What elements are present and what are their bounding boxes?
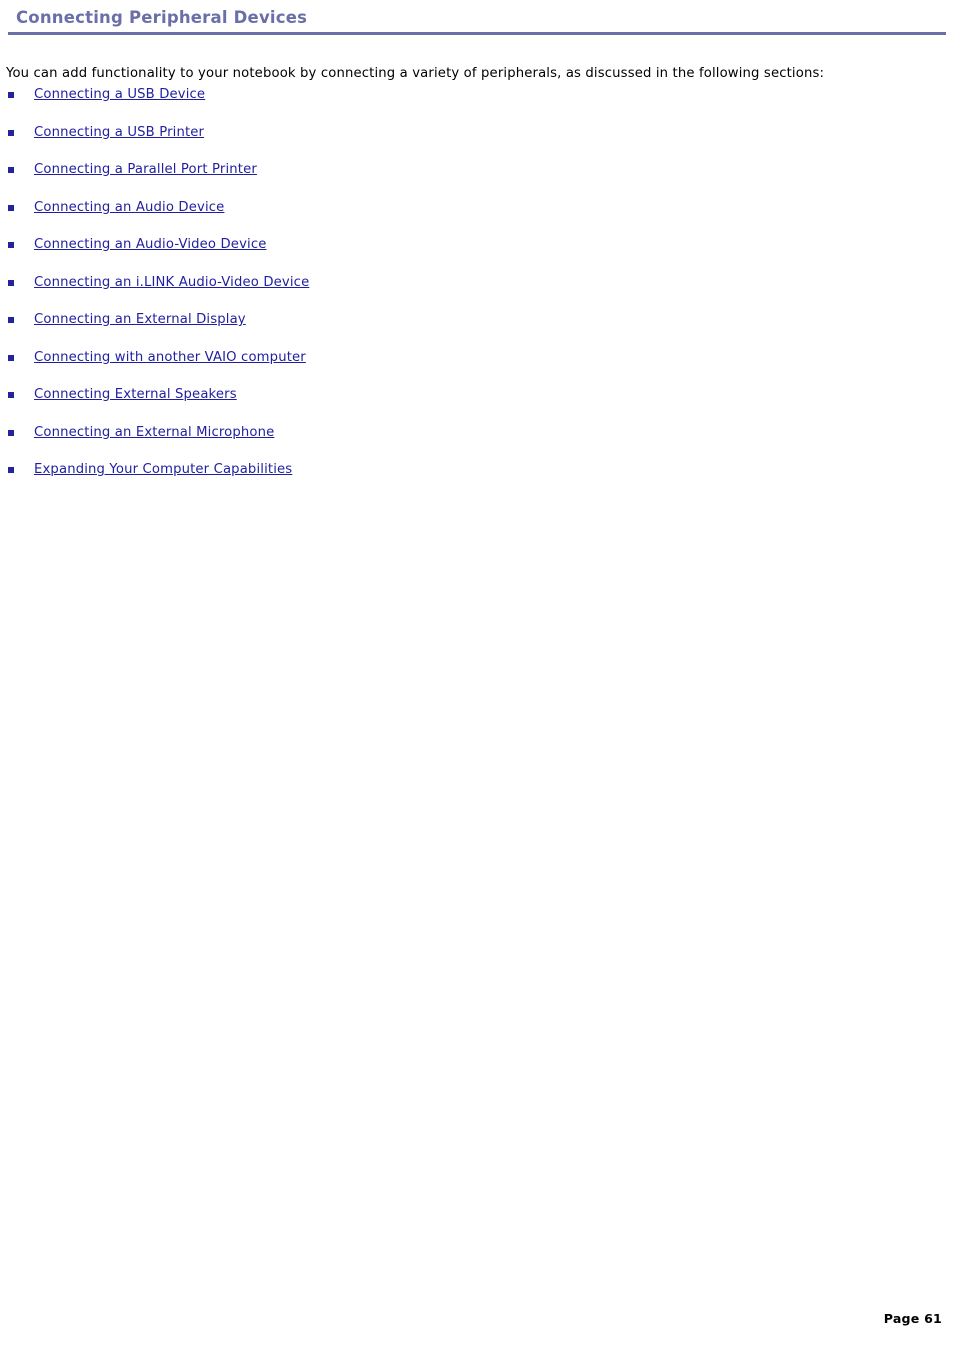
list-item: Connecting External Speakers xyxy=(0,386,940,424)
link-connecting-an-external-display[interactable]: Connecting an External Display xyxy=(34,312,246,327)
intro-paragraph: You can add functionality to your notebo… xyxy=(6,66,825,82)
list-item: Connecting an External Microphone xyxy=(0,424,940,462)
title-underline-rule xyxy=(8,32,946,35)
link-connecting-an-audio-video-device[interactable]: Connecting an Audio-Video Device xyxy=(34,237,267,252)
list-item: Connecting an External Display xyxy=(0,311,940,349)
link-connecting-a-usb-device[interactable]: Connecting a USB Device xyxy=(34,87,205,102)
list-item: Connecting an i.LINK Audio-Video Device xyxy=(0,274,940,312)
section-link-list: Connecting a USB Device Connecting a USB… xyxy=(0,86,940,499)
list-item: Connecting an Audio-Video Device xyxy=(0,236,940,274)
link-connecting-a-usb-printer[interactable]: Connecting a USB Printer xyxy=(34,125,204,140)
list-item: Connecting with another VAIO computer xyxy=(0,349,940,387)
square-bullet-icon xyxy=(8,467,14,473)
link-connecting-a-parallel-port-printer[interactable]: Connecting a Parallel Port Printer xyxy=(34,162,257,177)
list-item: Expanding Your Computer Capabilities xyxy=(0,461,940,499)
square-bullet-icon xyxy=(8,429,14,436)
square-bullet-icon xyxy=(8,279,14,286)
square-bullet-icon xyxy=(8,392,14,398)
list-item: Connecting a USB Device xyxy=(0,86,940,124)
square-bullet-icon xyxy=(8,129,14,136)
link-connecting-with-another-vaio-computer[interactable]: Connecting with another VAIO computer xyxy=(34,350,306,365)
page-number-footer: Page 61 xyxy=(883,1311,942,1326)
link-connecting-external-speakers[interactable]: Connecting External Speakers xyxy=(34,387,237,402)
list-item: Connecting a USB Printer xyxy=(0,124,940,162)
link-connecting-an-audio-device[interactable]: Connecting an Audio Device xyxy=(34,200,224,215)
link-expanding-your-computer-capabilities[interactable]: Expanding Your Computer Capabilities xyxy=(34,462,292,477)
square-bullet-icon xyxy=(8,167,14,173)
square-bullet-icon xyxy=(8,354,14,361)
list-item: Connecting a Parallel Port Printer xyxy=(0,161,940,199)
link-connecting-an-external-microphone[interactable]: Connecting an External Microphone xyxy=(34,425,274,440)
link-connecting-an-ilink-audio-video-device[interactable]: Connecting an i.LINK Audio-Video Device xyxy=(34,275,309,290)
list-item: Connecting an Audio Device xyxy=(0,199,940,237)
page-title: Connecting Peripheral Devices xyxy=(16,8,308,27)
title-block: Connecting Peripheral Devices xyxy=(8,8,946,35)
square-bullet-icon xyxy=(8,242,14,248)
square-bullet-icon xyxy=(8,317,14,323)
square-bullet-icon xyxy=(8,92,14,98)
document-page: Connecting Peripheral Devices You can ad… xyxy=(0,0,954,1351)
square-bullet-icon xyxy=(8,204,14,211)
